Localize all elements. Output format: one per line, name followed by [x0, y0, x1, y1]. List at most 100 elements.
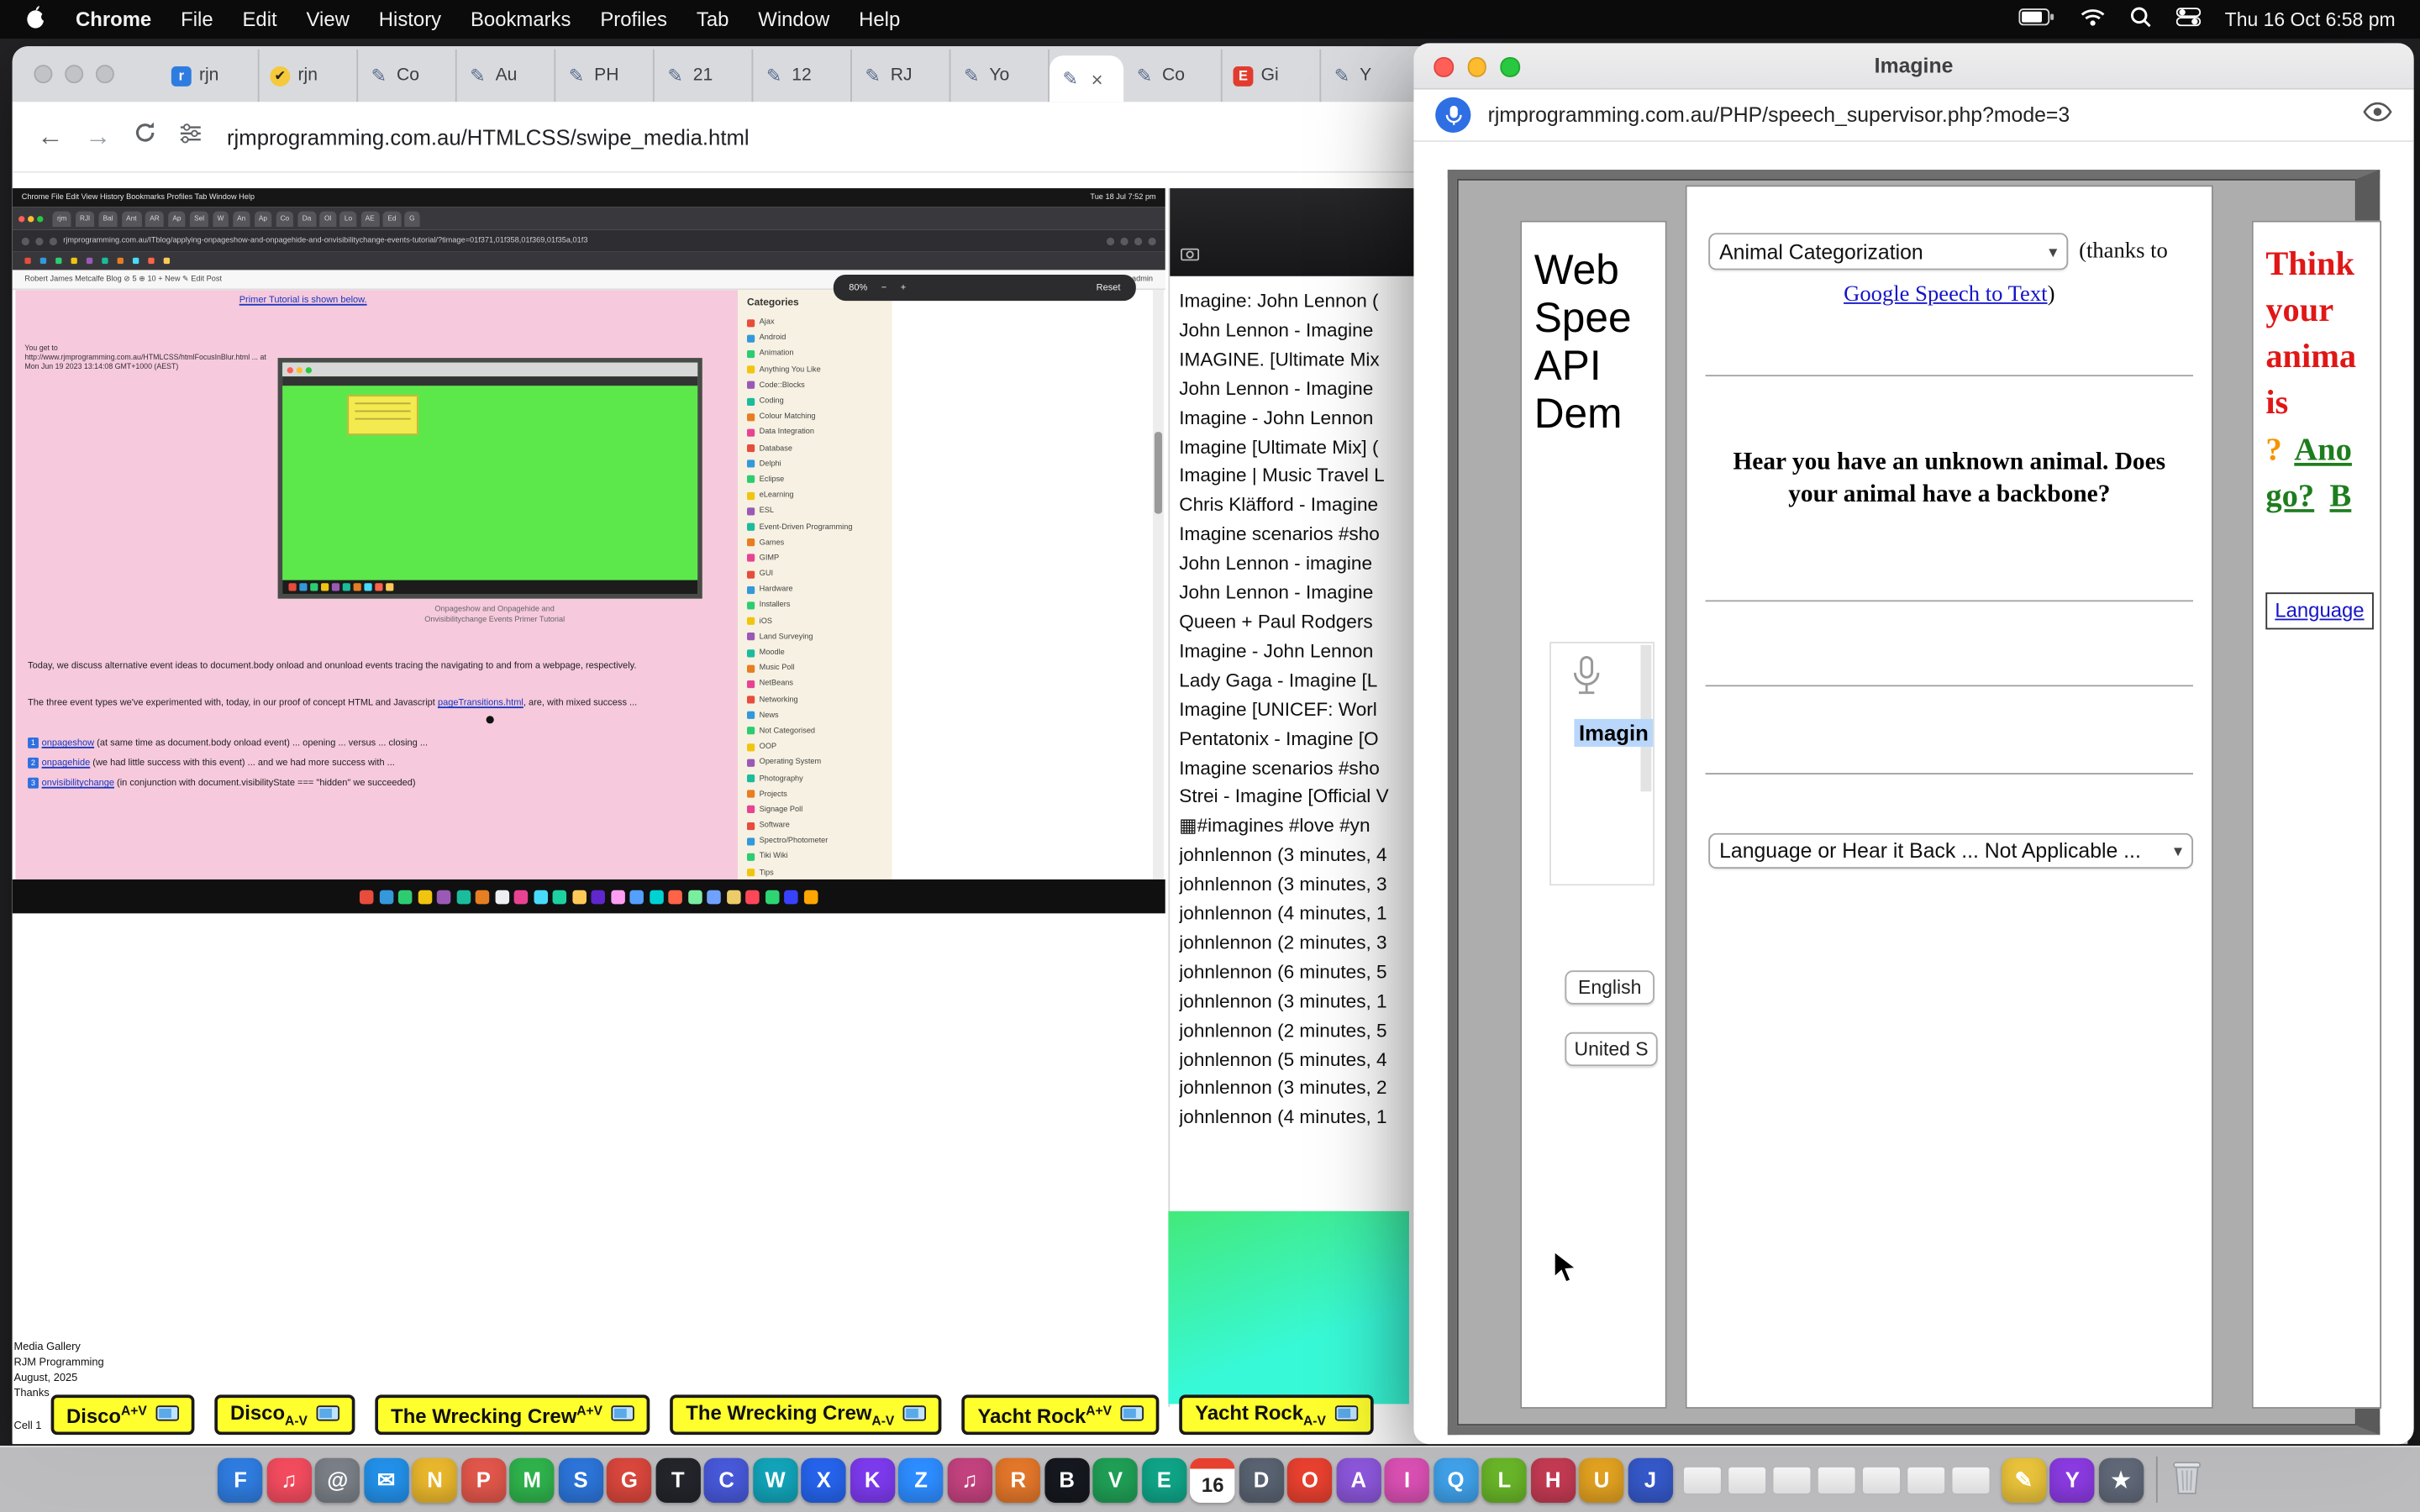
another-go-link[interactable]: Ano	[2294, 430, 2352, 467]
menu-item[interactable]: Tab	[697, 8, 729, 31]
back-link[interactable]: B	[2330, 477, 2352, 514]
back-button[interactable]: ←	[37, 121, 63, 152]
microphone-permission-icon[interactable]	[1435, 97, 1470, 133]
dock-app-icon[interactable]: F	[218, 1457, 262, 1502]
minimized-window-thumbnail[interactable]	[1772, 1465, 1812, 1494]
menu-item[interactable]: Profiles	[600, 8, 667, 31]
dock-app-icon[interactable]: @	[315, 1457, 360, 1502]
dock-app-icon[interactable]: G	[607, 1457, 651, 1502]
browser-tab[interactable]: EGi	[1223, 50, 1322, 102]
eye-icon[interactable]	[2363, 101, 2392, 129]
menu-item[interactable]: Edit	[243, 8, 277, 31]
dock-app-icon[interactable]: N	[413, 1457, 457, 1502]
dock-app-icon[interactable]: K	[850, 1457, 895, 1502]
dock-app-icon[interactable]: D	[1239, 1457, 1283, 1502]
dock-app-icon[interactable]: I	[1385, 1457, 1429, 1502]
dock-app-icon[interactable]: X	[802, 1457, 846, 1502]
site-settings-tune-icon[interactable]	[179, 121, 203, 152]
close-window-button[interactable]	[1434, 57, 1453, 76]
spotlight-search-icon[interactable]	[2129, 6, 2151, 32]
dock-app-icon[interactable]: Z	[898, 1457, 943, 1502]
apple-menu-icon[interactable]	[24, 5, 46, 34]
browser-tab-active[interactable]: ✎ ×	[1050, 55, 1123, 102]
menu-bar-clock[interactable]: Thu 16 Oct 6:58 pm	[2225, 8, 2396, 30]
browser-tab[interactable]: rrjn	[160, 50, 260, 102]
dock-app-icon[interactable]: S	[558, 1457, 602, 1502]
dock-app-icon[interactable]: ♫	[266, 1457, 311, 1502]
control-center-icon[interactable]	[2175, 8, 2200, 31]
country-button[interactable]: United S	[1565, 1032, 1657, 1066]
battery-icon[interactable]	[2018, 8, 2055, 31]
dock-app-icon[interactable]: E	[1142, 1457, 1186, 1502]
menu-item[interactable]: History	[379, 8, 441, 31]
dock-app-icon[interactable]: B	[1044, 1457, 1089, 1502]
dock-app-icon[interactable]: V	[1093, 1457, 1138, 1502]
dock-app-icon[interactable]: L	[1482, 1457, 1527, 1502]
media-toggle-button[interactable]: DiscoA+V	[51, 1394, 195, 1435]
forward-button[interactable]: →	[85, 121, 111, 152]
media-toggle-button[interactable]: Yacht RockA+V	[962, 1394, 1160, 1435]
dock-app-icon[interactable]: ♫	[947, 1457, 992, 1502]
zoom-window-button[interactable]	[96, 65, 114, 83]
media-toggle-button[interactable]: The Wrecking CrewA+V	[376, 1394, 650, 1435]
browser-tab[interactable]: ✎RJ	[852, 50, 951, 102]
minimized-window-thumbnail[interactable]	[1862, 1465, 1902, 1494]
browser-tab[interactable]: ✔rjn	[260, 50, 359, 102]
google-speech-link[interactable]: Google Speech to Text	[1844, 282, 2047, 307]
media-toggle-button[interactable]: Yacht RockA-V	[1180, 1394, 1374, 1435]
browser-tab[interactable]: ✎12	[753, 50, 852, 102]
dock-app-icon[interactable]: W	[753, 1457, 797, 1502]
dock-app-icon[interactable]: Y	[2050, 1457, 2095, 1502]
minimize-window-button[interactable]	[65, 65, 83, 83]
language-link-box[interactable]: Language	[2265, 592, 2373, 629]
language-link[interactable]: Language	[2275, 599, 2364, 622]
minimized-window-thumbnail[interactable]	[1951, 1465, 1991, 1494]
minimized-window-thumbnail[interactable]	[1817, 1465, 1857, 1494]
dock-app-icon[interactable]: U	[1579, 1457, 1623, 1502]
dock-app-icon[interactable]: ✎	[2002, 1457, 2046, 1502]
zoom-window-button[interactable]	[1500, 57, 1519, 76]
media-toggle-button[interactable]: DiscoA-V	[215, 1394, 355, 1435]
dock-app-icon[interactable]: C	[704, 1457, 749, 1502]
tab-close-icon[interactable]: ×	[1092, 67, 1103, 91]
playback-select[interactable]: Language or Hear it Back ... Not Applica…	[1708, 833, 2193, 869]
browser-tab[interactable]: ✎PH	[555, 50, 655, 102]
trash-icon[interactable]	[2171, 1456, 2202, 1504]
minimized-window-thumbnail[interactable]	[1682, 1465, 1723, 1494]
active-app-name[interactable]: Chrome	[76, 8, 151, 31]
menu-item[interactable]: Window	[758, 8, 829, 31]
calendar-app-icon[interactable]: 16	[1191, 1457, 1235, 1502]
category-select[interactable]: Animal Categorization ▾	[1708, 233, 2068, 270]
dock-app-icon[interactable]: A	[1336, 1457, 1381, 1502]
browser-tab[interactable]: ✎Au	[457, 50, 556, 102]
close-window-button[interactable]	[34, 65, 52, 83]
dock-app-icon[interactable]: O	[1287, 1457, 1332, 1502]
wifi-icon[interactable]	[2080, 8, 2104, 31]
imagine-address-bar[interactable]: rjmprogramming.com.au/PHP/speech_supervi…	[1488, 103, 2346, 127]
menu-item[interactable]: File	[181, 8, 213, 31]
minimized-window-thumbnail[interactable]	[1907, 1465, 1947, 1494]
address-bar[interactable]: rjmprogramming.com.au/HTMLCSS/swipe_medi…	[227, 124, 750, 149]
dock-app-icon[interactable]: ✉	[364, 1457, 408, 1502]
minimize-window-button[interactable]	[1467, 57, 1486, 76]
reload-button[interactable]	[133, 120, 157, 153]
browser-tab[interactable]: ✎Y	[1321, 50, 1420, 102]
minimized-window-thumbnail[interactable]	[1728, 1465, 1768, 1494]
browser-tab[interactable]: ✎21	[655, 50, 754, 102]
dock-app-icon[interactable]: ★	[2098, 1457, 2143, 1502]
another-go-link[interactable]: go?	[2265, 477, 2314, 514]
imagine-title-bar[interactable]: Imagine	[1413, 43, 2413, 89]
media-toggle-button[interactable]: The Wrecking CrewA-V	[671, 1394, 942, 1435]
menu-item[interactable]: Bookmarks	[471, 8, 571, 31]
browser-tab[interactable]: ✎Co	[1123, 50, 1223, 102]
browser-tab[interactable]: ✎Co	[358, 50, 457, 102]
dock-app-icon[interactable]: H	[1531, 1457, 1576, 1502]
menu-item[interactable]: View	[307, 8, 350, 31]
dock-app-icon[interactable]: Q	[1434, 1457, 1478, 1502]
dock-app-icon[interactable]: M	[510, 1457, 555, 1502]
dock-app-icon[interactable]: P	[461, 1457, 506, 1502]
dock-app-icon[interactable]: R	[996, 1457, 1040, 1502]
dock-app-icon[interactable]: J	[1628, 1457, 1672, 1502]
browser-tab[interactable]: ✎Yo	[950, 50, 1050, 102]
menu-item[interactable]: Help	[859, 8, 900, 31]
